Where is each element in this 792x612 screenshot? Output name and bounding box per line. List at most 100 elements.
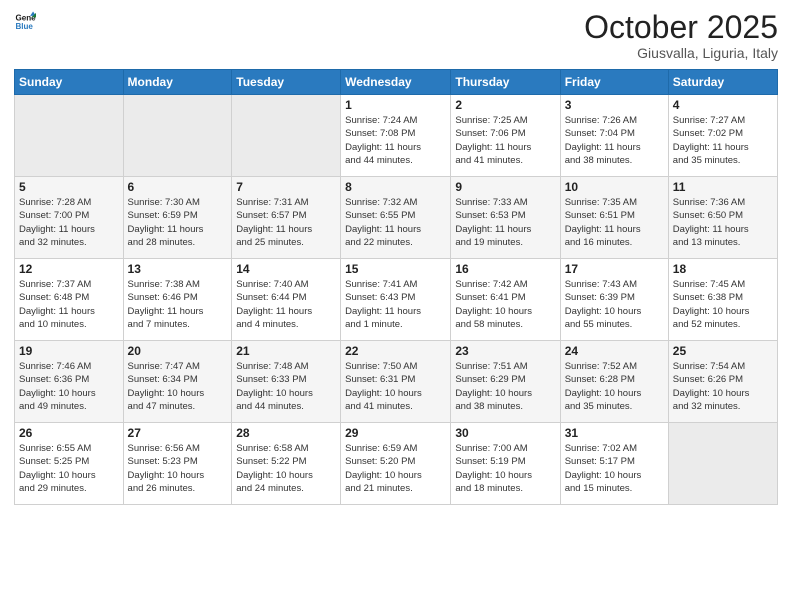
week-row-2: 5 Sunrise: 7:28 AM Sunset: 7:00 PM Daylig… [15,177,778,259]
calendar-cell: 8 Sunrise: 7:32 AM Sunset: 6:55 PM Daylig… [341,177,451,259]
calendar-cell: 25 Sunrise: 7:54 AM Sunset: 6:26 PM Dayli… [668,341,777,423]
day-info: Sunrise: 6:56 AM Sunset: 5:23 PM Dayligh… [128,442,228,495]
day-number: 13 [128,262,228,276]
week-row-4: 19Sunrise: 7:46 AM Sunset: 6:36 PM Dayli… [15,341,778,423]
calendar-cell: 26 Sunrise: 6:55 AM Sunset: 5:25 PM Dayli… [15,423,124,505]
day-number: 31 [565,426,664,440]
day-number: 23 [455,344,555,358]
day-info: Sunrise: 7:40 AM Sunset: 6:44 PM Dayligh… [236,278,336,331]
day-number: 30 [455,426,555,440]
day-number: 3 [565,98,664,112]
day-info: Sunrise: 7:48 AM Sunset: 6:33 PM Dayligh… [236,360,336,413]
calendar-cell: 2Sunrise: 7:25 AM Sunset: 7:06 PM Daylig… [451,95,560,177]
weekday-header-saturday: Saturday [668,70,777,95]
day-info: Sunrise: 7:45 AM Sunset: 6:38 PM Dayligh… [673,278,773,331]
day-info: Sunrise: 7:00 AM Sunset: 5:19 PM Dayligh… [455,442,555,495]
calendar-cell: 21 Sunrise: 7:48 AM Sunset: 6:33 PM Dayli… [232,341,341,423]
day-number: 10 [565,180,664,194]
weekday-header-monday: Monday [123,70,232,95]
day-info: Sunrise: 6:58 AM Sunset: 5:22 PM Dayligh… [236,442,336,495]
calendar-container: General Blue October 2025 Giusvalla, Lig… [0,0,792,513]
week-row-1: 1 Sunrise: 7:24 AM Sunset: 7:08 PM Daylig… [15,95,778,177]
calendar-cell: 22Sunrise: 7:50 AM Sunset: 6:31 PM Dayli… [341,341,451,423]
day-info: Sunrise: 7:50 AM Sunset: 6:31 PM Dayligh… [345,360,446,413]
day-number: 2 [455,98,555,112]
title-block: October 2025 Giusvalla, Liguria, Italy [584,10,778,61]
week-row-3: 12 Sunrise: 7:37 AM Sunset: 6:48 PM Dayli… [15,259,778,341]
day-number: 1 [345,98,446,112]
calendar-cell: 16 Sunrise: 7:42 AM Sunset: 6:41 PM Dayli… [451,259,560,341]
calendar-cell: 6 Sunrise: 7:30 AM Sunset: 6:59 PM Daylig… [123,177,232,259]
day-number: 12 [19,262,119,276]
day-number: 24 [565,344,664,358]
day-info: Sunrise: 7:32 AM Sunset: 6:55 PM Dayligh… [345,196,446,249]
month-title: October 2025 [584,10,778,45]
day-number: 5 [19,180,119,194]
calendar-cell: 23 Sunrise: 7:51 AM Sunset: 6:29 PM Dayli… [451,341,560,423]
weekday-header-wednesday: Wednesday [341,70,451,95]
day-info: Sunrise: 7:33 AM Sunset: 6:53 PM Dayligh… [455,196,555,249]
day-number: 17 [565,262,664,276]
day-number: 21 [236,344,336,358]
calendar-cell: 7Sunrise: 7:31 AM Sunset: 6:57 PM Daylig… [232,177,341,259]
calendar-cell: 27Sunrise: 6:56 AM Sunset: 5:23 PM Dayli… [123,423,232,505]
svg-text:Blue: Blue [15,22,33,31]
calendar-cell: 11Sunrise: 7:36 AM Sunset: 6:50 PM Dayli… [668,177,777,259]
weekday-header-friday: Friday [560,70,668,95]
day-info: Sunrise: 7:54 AM Sunset: 6:26 PM Dayligh… [673,360,773,413]
day-info: Sunrise: 7:28 AM Sunset: 7:00 PM Dayligh… [19,196,119,249]
day-number: 8 [345,180,446,194]
calendar-cell: 12 Sunrise: 7:37 AM Sunset: 6:48 PM Dayli… [15,259,124,341]
day-info: Sunrise: 7:26 AM Sunset: 7:04 PM Dayligh… [565,114,664,167]
calendar-cell [232,95,341,177]
weekday-header-tuesday: Tuesday [232,70,341,95]
calendar-cell: 20Sunrise: 7:47 AM Sunset: 6:34 PM Dayli… [123,341,232,423]
calendar-cell: 30 Sunrise: 7:00 AM Sunset: 5:19 PM Dayli… [451,423,560,505]
day-info: Sunrise: 7:51 AM Sunset: 6:29 PM Dayligh… [455,360,555,413]
day-number: 6 [128,180,228,194]
calendar-cell: 17Sunrise: 7:43 AM Sunset: 6:39 PM Dayli… [560,259,668,341]
day-number: 29 [345,426,446,440]
day-info: Sunrise: 6:55 AM Sunset: 5:25 PM Dayligh… [19,442,119,495]
day-info: Sunrise: 7:36 AM Sunset: 6:50 PM Dayligh… [673,196,773,249]
calendar-cell: 4Sunrise: 7:27 AM Sunset: 7:02 PM Daylig… [668,95,777,177]
day-info: Sunrise: 7:42 AM Sunset: 6:41 PM Dayligh… [455,278,555,331]
day-info: Sunrise: 7:46 AM Sunset: 6:36 PM Dayligh… [19,360,119,413]
day-info: Sunrise: 7:02 AM Sunset: 5:17 PM Dayligh… [565,442,664,495]
calendar-cell [15,95,124,177]
calendar-table: SundayMondayTuesdayWednesdayThursdayFrid… [14,69,778,505]
location: Giusvalla, Liguria, Italy [584,45,778,61]
weekday-header-thursday: Thursday [451,70,560,95]
calendar-cell: 29 Sunrise: 6:59 AM Sunset: 5:20 PM Dayli… [341,423,451,505]
calendar-cell: 10 Sunrise: 7:35 AM Sunset: 6:51 PM Dayli… [560,177,668,259]
day-info: Sunrise: 7:35 AM Sunset: 6:51 PM Dayligh… [565,196,664,249]
calendar-cell: 3 Sunrise: 7:26 AM Sunset: 7:04 PM Daylig… [560,95,668,177]
calendar-cell: 18Sunrise: 7:45 AM Sunset: 6:38 PM Dayli… [668,259,777,341]
calendar-cell [123,95,232,177]
day-info: Sunrise: 7:30 AM Sunset: 6:59 PM Dayligh… [128,196,228,249]
calendar-cell: 5 Sunrise: 7:28 AM Sunset: 7:00 PM Daylig… [15,177,124,259]
day-info: Sunrise: 7:24 AM Sunset: 7:08 PM Dayligh… [345,114,446,167]
calendar-cell: 15Sunrise: 7:41 AM Sunset: 6:43 PM Dayli… [341,259,451,341]
day-info: Sunrise: 7:38 AM Sunset: 6:46 PM Dayligh… [128,278,228,331]
logo-icon: General Blue [14,10,36,32]
day-number: 26 [19,426,119,440]
day-info: Sunrise: 6:59 AM Sunset: 5:20 PM Dayligh… [345,442,446,495]
calendar-cell: 9Sunrise: 7:33 AM Sunset: 6:53 PM Daylig… [451,177,560,259]
day-number: 25 [673,344,773,358]
day-number: 7 [236,180,336,194]
day-info: Sunrise: 7:37 AM Sunset: 6:48 PM Dayligh… [19,278,119,331]
calendar-cell: 14 Sunrise: 7:40 AM Sunset: 6:44 PM Dayli… [232,259,341,341]
weekday-header-row: SundayMondayTuesdayWednesdayThursdayFrid… [15,70,778,95]
day-number: 14 [236,262,336,276]
day-number: 4 [673,98,773,112]
calendar-cell: 28 Sunrise: 6:58 AM Sunset: 5:22 PM Dayli… [232,423,341,505]
day-number: 28 [236,426,336,440]
calendar-cell: 24 Sunrise: 7:52 AM Sunset: 6:28 PM Dayli… [560,341,668,423]
calendar-cell: 13 Sunrise: 7:38 AM Sunset: 6:46 PM Dayli… [123,259,232,341]
day-info: Sunrise: 7:52 AM Sunset: 6:28 PM Dayligh… [565,360,664,413]
day-number: 16 [455,262,555,276]
day-info: Sunrise: 7:41 AM Sunset: 6:43 PM Dayligh… [345,278,446,331]
week-row-5: 26 Sunrise: 6:55 AM Sunset: 5:25 PM Dayli… [15,423,778,505]
calendar-cell [668,423,777,505]
